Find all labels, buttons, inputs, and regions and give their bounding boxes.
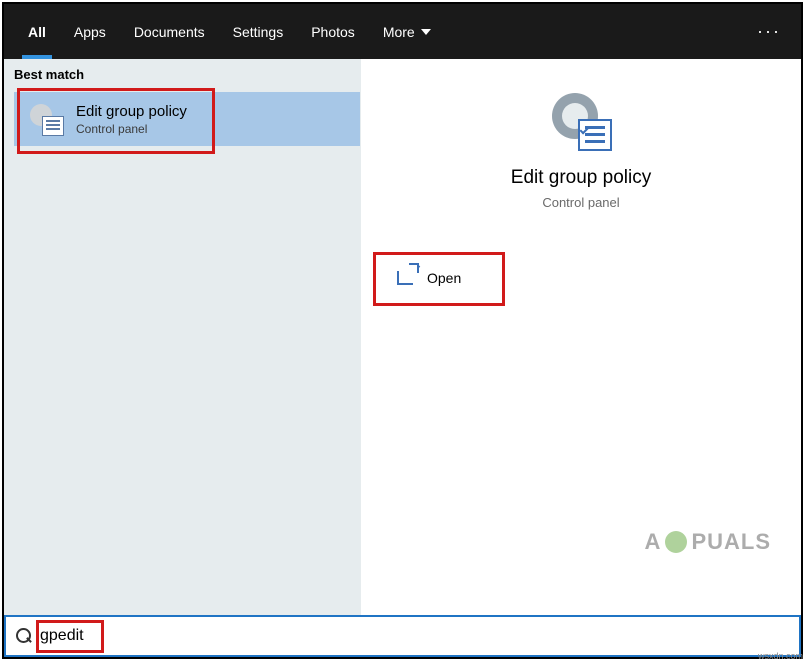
watermark: A PUALS	[645, 529, 771, 555]
watermark-suffix: PUALS	[691, 529, 771, 555]
results-pane: Best match Edit group policy Control pan…	[4, 59, 361, 615]
detail-pane: Edit group policy Control panel Open A P…	[361, 59, 801, 615]
chevron-down-icon	[421, 29, 431, 35]
tab-settings[interactable]: Settings	[219, 4, 298, 59]
open-external-icon	[397, 271, 413, 285]
overflow-button[interactable]: ···	[757, 4, 781, 59]
group-policy-icon	[30, 102, 64, 136]
action-open-label: Open	[427, 270, 461, 286]
tab-more-label: More	[383, 24, 415, 40]
search-input[interactable]	[40, 627, 340, 645]
search-icon	[16, 628, 32, 644]
tab-more[interactable]: More	[369, 4, 445, 59]
tab-photos[interactable]: Photos	[297, 4, 369, 59]
section-header-best-match: Best match	[4, 59, 360, 88]
result-edit-group-policy[interactable]: Edit group policy Control panel	[14, 92, 360, 146]
result-subtitle: Control panel	[76, 122, 187, 136]
action-open[interactable]: Open	[379, 258, 539, 298]
tab-documents[interactable]: Documents	[120, 4, 219, 59]
result-title: Edit group policy	[76, 103, 187, 120]
corner-attribution: wsxdn.com	[758, 651, 803, 661]
group-policy-icon	[552, 89, 610, 149]
top-tab-bar: All Apps Documents Settings Photos More …	[4, 4, 801, 59]
search-bar[interactable]	[4, 615, 801, 657]
watermark-prefix: A	[645, 529, 662, 555]
result-text-block: Edit group policy Control panel	[76, 103, 187, 136]
detail-title: Edit group policy	[361, 167, 801, 189]
tab-apps[interactable]: Apps	[60, 4, 120, 59]
detail-subtitle: Control panel	[361, 195, 801, 210]
tab-all[interactable]: All	[14, 4, 60, 59]
watermark-face-icon	[665, 531, 687, 553]
